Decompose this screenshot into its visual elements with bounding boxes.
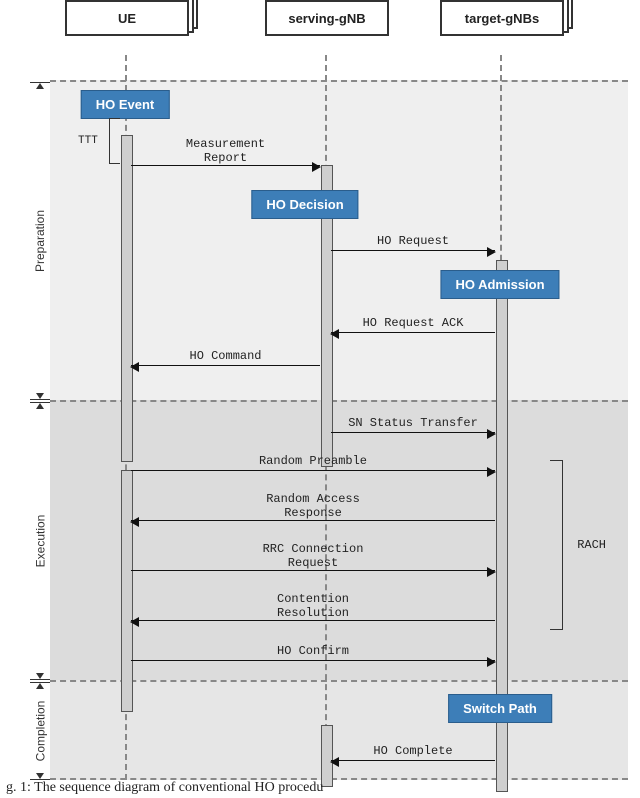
- event-ho-admission: HO Admission: [440, 270, 559, 299]
- phase-label-text: Completion: [33, 701, 47, 762]
- phase-label-execution: Execution: [30, 402, 50, 680]
- activation-bar: [121, 135, 133, 462]
- msg-label: SN Status Transfer: [348, 417, 478, 431]
- msg-label: HO Complete: [373, 745, 452, 759]
- lifeline-ue: UE: [125, 55, 127, 780]
- lifeline-head-serving-gnb: serving-gNB: [265, 0, 389, 36]
- event-switch-path: Switch Path: [448, 694, 552, 723]
- phase-label-text: Preparation: [33, 210, 47, 272]
- activation-bar: [121, 470, 133, 712]
- phase-label-completion: Completion: [30, 682, 50, 780]
- bracket-label: TTT: [78, 135, 98, 147]
- msg-sn-status-transfer: SN Status Transfer: [331, 432, 495, 433]
- msg-rrc-connection-request: RRC ConnectionRequest: [131, 570, 495, 571]
- phase-band-preparation: [50, 80, 628, 400]
- bracket-ttt: TTT: [109, 118, 120, 164]
- sequence-diagram: Preparation Execution Completion UE serv…: [0, 0, 640, 798]
- bracket-label: RACH: [577, 538, 606, 552]
- bracket-rach: RACH: [550, 460, 563, 630]
- lifeline-head-ue: UE: [65, 0, 189, 36]
- msg-label: HO Command: [189, 350, 261, 364]
- phase-label-preparation: Preparation: [30, 82, 50, 400]
- msg-ho-request-ack: HO Request ACK: [331, 332, 495, 333]
- figure-caption: g. 1: The sequence diagram of convention…: [0, 778, 329, 798]
- msg-label: HO Request ACK: [363, 317, 464, 331]
- phase-label-text: Execution: [33, 515, 47, 568]
- msg-ho-confirm: HO Confirm: [131, 660, 495, 661]
- msg-label: MeasurementReport: [186, 138, 265, 166]
- msg-contention-resolution: ContentionResolution: [131, 620, 495, 621]
- msg-random-access-response: Random AccessResponse: [131, 520, 495, 521]
- msg-random-preamble: Random Preamble: [131, 470, 495, 471]
- phase-band-execution: [50, 400, 628, 680]
- msg-ho-complete: HO Complete: [331, 760, 495, 761]
- lifeline-head-target-gnbs: target-gNBs: [440, 0, 564, 36]
- msg-label: HO Confirm: [277, 645, 349, 659]
- lifeline-label: serving-gNB: [288, 11, 365, 26]
- msg-measurement-report: MeasurementReport: [131, 165, 320, 166]
- msg-label: RRC ConnectionRequest: [263, 543, 364, 571]
- lifeline-label: UE: [118, 11, 136, 26]
- msg-ho-request: HO Request: [331, 250, 495, 251]
- lifeline-target-gnbs: target-gNBs: [500, 55, 502, 780]
- msg-label: Random AccessResponse: [266, 493, 360, 521]
- event-ho-decision: HO Decision: [251, 190, 358, 219]
- event-ho-event: HO Event: [81, 90, 170, 119]
- msg-label: HO Request: [377, 235, 449, 249]
- lifeline-serving-gnb: serving-gNB: [325, 55, 327, 780]
- msg-ho-command: HO Command: [131, 365, 320, 366]
- msg-label: Random Preamble: [259, 455, 367, 469]
- lifeline-label: target-gNBs: [465, 11, 539, 26]
- msg-label: ContentionResolution: [277, 593, 349, 621]
